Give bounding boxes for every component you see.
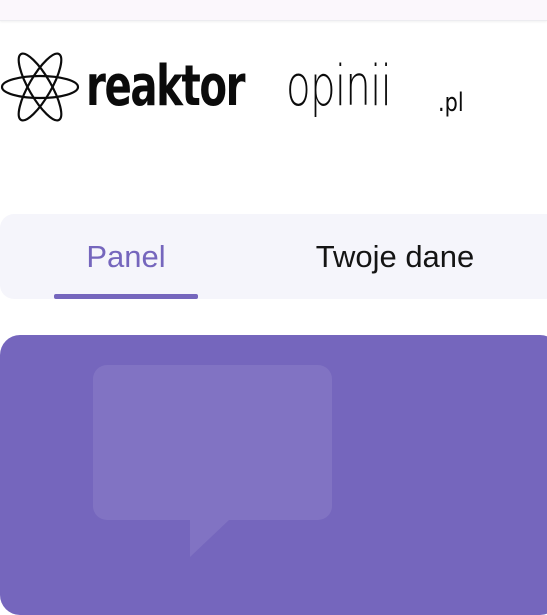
logo-text-light: opinii	[286, 54, 392, 119]
logo-text-bold: reaktor	[86, 54, 245, 119]
atom-icon	[0, 52, 80, 122]
active-tab-indicator	[54, 294, 198, 299]
tab-twoje-dane-label: Twoje dane	[315, 239, 475, 274]
tab-panel-label: Panel	[86, 239, 166, 274]
tab-panel[interactable]: Panel	[54, 214, 198, 299]
reaktoropinii-logo[interactable]: reaktor opinii .pl	[0, 48, 480, 126]
tab-twoje-dane[interactable]: Twoje dane	[300, 214, 490, 299]
tab-bar: Panel Twoje dane	[0, 214, 547, 299]
top-bar	[0, 0, 547, 21]
logo-wordmark: reaktor opinii .pl	[86, 48, 464, 126]
hero-card	[0, 335, 547, 615]
logo-text-tld: .pl	[438, 88, 464, 118]
speech-bubble-icon	[93, 365, 332, 557]
